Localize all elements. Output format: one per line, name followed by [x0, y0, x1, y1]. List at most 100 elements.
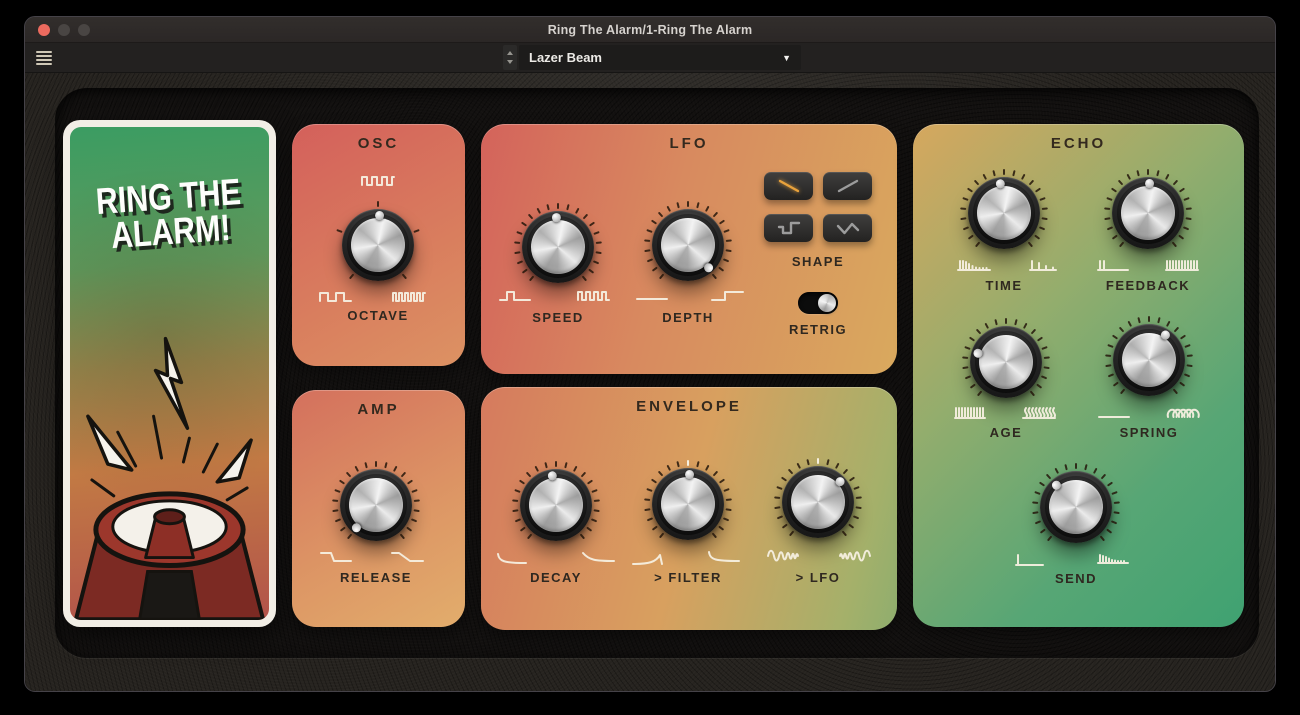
time-knob[interactable]	[960, 169, 1048, 257]
knob-tick	[855, 506, 861, 509]
knob-tick	[566, 204, 569, 210]
knob-tick	[719, 479, 725, 484]
age-knob[interactable]	[962, 318, 1050, 406]
knob-tick	[726, 239, 732, 242]
preset-selector[interactable]: Lazer Beam ▼	[519, 45, 801, 70]
knob-tick	[994, 319, 997, 325]
knob-tick	[339, 480, 345, 485]
knob-tick	[1106, 197, 1112, 201]
knob-tick	[644, 239, 650, 242]
knob-tick	[1054, 468, 1059, 474]
shape-triangle-button[interactable]	[823, 214, 872, 242]
preset-control: Lazer Beam ▼	[503, 45, 801, 70]
knob-tick	[1112, 235, 1118, 240]
knob-tick	[1184, 373, 1190, 377]
knob-tick	[375, 461, 377, 467]
decay-label: DECAY	[530, 570, 582, 585]
preset-stepper[interactable]	[503, 45, 517, 70]
knob-tick	[962, 197, 968, 201]
retrig-toggle[interactable]	[798, 292, 838, 314]
knob-tick	[718, 526, 724, 531]
knob-tick	[593, 260, 599, 264]
knob-tick	[573, 466, 578, 472]
lfo-title: LFO	[481, 135, 897, 152]
release-fast-icon	[319, 549, 355, 565]
envelope-section: ENVELOPE	[481, 387, 897, 630]
knob-tick	[1178, 235, 1184, 240]
knob-cap	[531, 220, 585, 274]
release-knob[interactable]	[332, 461, 420, 549]
knob-tick	[1041, 346, 1047, 350]
knob-tick	[1041, 217, 1047, 220]
hamburger-menu-icon[interactable]	[34, 50, 54, 66]
knob-tick	[652, 526, 658, 531]
knob-tick	[843, 469, 849, 475]
knob-tick	[1084, 464, 1087, 470]
knob-tick	[1023, 323, 1028, 329]
knob-tick	[647, 517, 653, 521]
knob-tick	[1034, 235, 1040, 240]
knob-tick	[591, 518, 597, 522]
preset-stepper-down-icon[interactable]	[507, 60, 513, 64]
knob-tick	[406, 527, 412, 532]
spring-knob[interactable]	[1105, 316, 1193, 404]
decay-slow-icon	[581, 549, 617, 565]
knob-tick	[407, 480, 413, 485]
octave-knob[interactable]	[334, 201, 422, 289]
step-up-icon	[710, 287, 746, 303]
knob-tick	[377, 201, 379, 207]
knob-tick	[652, 267, 658, 272]
knob-tick	[594, 499, 600, 502]
depth-knob[interactable]	[644, 201, 732, 289]
knob-tick	[1044, 356, 1050, 359]
knob-tick	[1173, 180, 1179, 186]
feedback-label: FEEDBACK	[1106, 278, 1190, 293]
knob-tick	[593, 509, 599, 512]
knob-tick	[1104, 207, 1110, 210]
shape-saw-up-button[interactable]	[823, 172, 872, 200]
knob-tick	[1119, 241, 1124, 247]
filter-amount-knob[interactable]	[644, 460, 732, 548]
artwork-panel: RING THE ALARM!	[63, 120, 276, 627]
knob-tick	[967, 188, 973, 193]
lfo-amount-knob[interactable]	[774, 458, 862, 546]
knob-tick	[687, 201, 689, 207]
knob-tick	[984, 323, 989, 329]
ticks-sparse-icon	[1026, 256, 1062, 272]
knob-tick	[723, 517, 729, 521]
shape-saw-down-button[interactable]	[764, 172, 813, 200]
ticks-two-icon	[1096, 256, 1132, 272]
knob-tick	[1005, 318, 1007, 324]
knob-tick	[975, 241, 980, 247]
env-decay-icon	[706, 549, 742, 565]
knob-indicator-dot	[684, 469, 693, 478]
knob-tick	[1108, 373, 1114, 377]
knob-tick	[1127, 321, 1132, 327]
preset-stepper-up-icon[interactable]	[507, 51, 513, 55]
knob-tick	[974, 180, 980, 186]
knob-tick	[705, 206, 710, 212]
knob-tick	[528, 214, 534, 220]
feedback-knob[interactable]	[1104, 169, 1192, 257]
knob-tick	[705, 465, 710, 471]
knob-cap	[1122, 333, 1176, 387]
shape-square-button[interactable]	[764, 214, 813, 242]
send-knob[interactable]	[1032, 463, 1120, 551]
knob-tick	[666, 465, 671, 471]
pulse-fast-icon	[576, 287, 612, 303]
knob-tick	[1111, 520, 1117, 524]
speed-knob[interactable]	[514, 203, 602, 291]
decay-knob[interactable]	[512, 461, 600, 549]
titlebar[interactable]: Ring The Alarm/1-Ring The Alarm	[25, 17, 1275, 43]
knob-tick	[651, 479, 657, 484]
osc-section: OSC OCTAVE	[292, 124, 465, 366]
age-label: AGE	[990, 425, 1023, 440]
osc-title: OSC	[292, 135, 465, 152]
knob-tick	[1107, 344, 1113, 348]
knob-tick	[712, 273, 717, 279]
knob-tick	[581, 472, 587, 478]
artwork-title-line2: ALARM!	[88, 208, 253, 254]
knob-tick	[848, 524, 854, 529]
knob-tick	[1111, 188, 1117, 193]
knob-tick	[776, 486, 782, 490]
